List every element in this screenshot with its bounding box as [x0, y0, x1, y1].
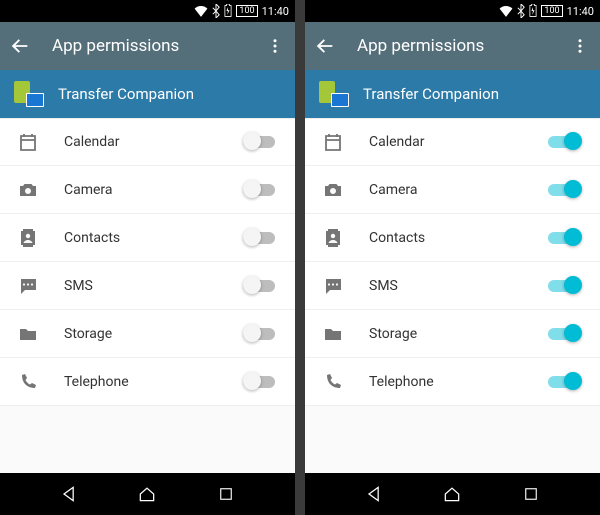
page-title: App permissions: [52, 36, 263, 56]
app-icon: [319, 81, 349, 107]
permission-item: SMS: [0, 262, 295, 310]
permission-label: SMS: [64, 278, 243, 294]
app-name: Transfer Companion: [58, 85, 194, 103]
permission-label: Calendar: [64, 134, 243, 150]
calendar-icon: [321, 130, 345, 154]
permission-item: Storage: [305, 310, 600, 358]
app-name: Transfer Companion: [363, 85, 499, 103]
nav-home-button[interactable]: [129, 476, 165, 512]
app-header: Transfer Companion: [305, 70, 600, 118]
nav-recent-button[interactable]: [208, 476, 244, 512]
permission-toggle[interactable]: [548, 372, 584, 392]
permission-item: Telephone: [305, 358, 600, 406]
camera-icon: [16, 178, 40, 202]
nav-home-button[interactable]: [434, 476, 470, 512]
permission-label: Telephone: [64, 374, 243, 390]
status-time: 11:40: [567, 5, 594, 18]
permission-list: Calendar Camera Contacts SMS: [0, 118, 295, 473]
page-title: App permissions: [357, 36, 568, 56]
triangle-left-icon: [364, 484, 384, 504]
dots-vertical-icon: [571, 37, 589, 55]
back-button[interactable]: [313, 34, 337, 58]
back-button[interactable]: [8, 34, 32, 58]
home-outline-icon: [442, 484, 462, 504]
navigation-bar: [0, 473, 295, 515]
contacts-icon: [321, 226, 345, 250]
permission-item: SMS: [305, 262, 600, 310]
sms-icon: [321, 274, 345, 298]
permission-toggle[interactable]: [548, 228, 584, 248]
contacts-icon: [16, 226, 40, 250]
sms-icon: [16, 274, 40, 298]
bluetooth-icon: [212, 4, 220, 18]
permission-item: Camera: [305, 166, 600, 214]
dots-vertical-icon: [266, 37, 284, 55]
calendar-icon: [16, 130, 40, 154]
permission-toggle[interactable]: [548, 180, 584, 200]
permission-label: SMS: [369, 278, 548, 294]
storage-icon: [321, 322, 345, 346]
permission-item: Contacts: [305, 214, 600, 262]
permission-label: Camera: [369, 182, 548, 198]
status-bar: 100 11:40: [305, 0, 600, 22]
battery-charging-icon: [224, 4, 232, 18]
app-bar: App permissions: [305, 22, 600, 70]
overflow-menu-button[interactable]: [263, 34, 287, 58]
square-icon: [217, 485, 235, 503]
telephone-icon: [321, 370, 345, 394]
permission-toggle[interactable]: [243, 276, 279, 296]
permission-label: Storage: [64, 326, 243, 342]
permission-list: Calendar Camera Contacts SMS: [305, 118, 600, 473]
permission-item: Telephone: [0, 358, 295, 406]
wifi-icon: [499, 5, 513, 17]
permission-label: Contacts: [369, 230, 548, 246]
permission-toggle[interactable]: [548, 132, 584, 152]
telephone-icon: [16, 370, 40, 394]
nav-back-button[interactable]: [51, 476, 87, 512]
permission-item: Storage: [0, 310, 295, 358]
nav-recent-button[interactable]: [513, 476, 549, 512]
battery-level: 100: [236, 5, 257, 17]
app-icon: [14, 81, 44, 107]
permission-label: Calendar: [369, 134, 548, 150]
permission-toggle[interactable]: [243, 132, 279, 152]
bluetooth-icon: [517, 4, 525, 18]
permission-toggle[interactable]: [548, 276, 584, 296]
navigation-bar: [305, 473, 600, 515]
permission-label: Camera: [64, 182, 243, 198]
nav-back-button[interactable]: [356, 476, 392, 512]
permission-label: Storage: [369, 326, 548, 342]
permission-toggle[interactable]: [243, 324, 279, 344]
permission-label: Telephone: [369, 374, 548, 390]
triangle-left-icon: [59, 484, 79, 504]
permission-toggle[interactable]: [548, 324, 584, 344]
permission-item: Camera: [0, 166, 295, 214]
status-time: 11:40: [262, 5, 289, 18]
square-icon: [522, 485, 540, 503]
overflow-menu-button[interactable]: [568, 34, 592, 58]
permission-item: Calendar: [305, 118, 600, 166]
permission-toggle[interactable]: [243, 228, 279, 248]
app-header: Transfer Companion: [0, 70, 295, 118]
permission-toggle[interactable]: [243, 180, 279, 200]
camera-icon: [321, 178, 345, 202]
permission-toggle[interactable]: [243, 372, 279, 392]
permission-item: Contacts: [0, 214, 295, 262]
battery-level: 100: [541, 5, 562, 17]
arrow-left-icon: [314, 35, 336, 57]
permission-item: Calendar: [0, 118, 295, 166]
status-bar: 100 11:40: [0, 0, 295, 22]
arrow-left-icon: [9, 35, 31, 57]
wifi-icon: [194, 5, 208, 17]
app-bar: App permissions: [0, 22, 295, 70]
storage-icon: [16, 322, 40, 346]
home-outline-icon: [137, 484, 157, 504]
permission-label: Contacts: [64, 230, 243, 246]
battery-charging-icon: [529, 4, 537, 18]
